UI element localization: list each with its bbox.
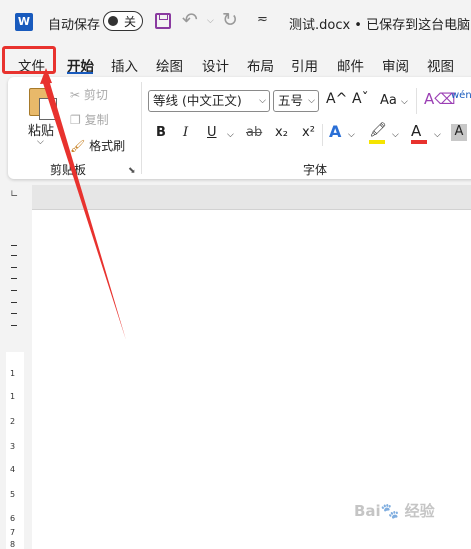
annotation-arrow	[40, 68, 126, 340]
baidu-jingyan-watermark-logo: Bai🐾 经验	[354, 502, 435, 520]
